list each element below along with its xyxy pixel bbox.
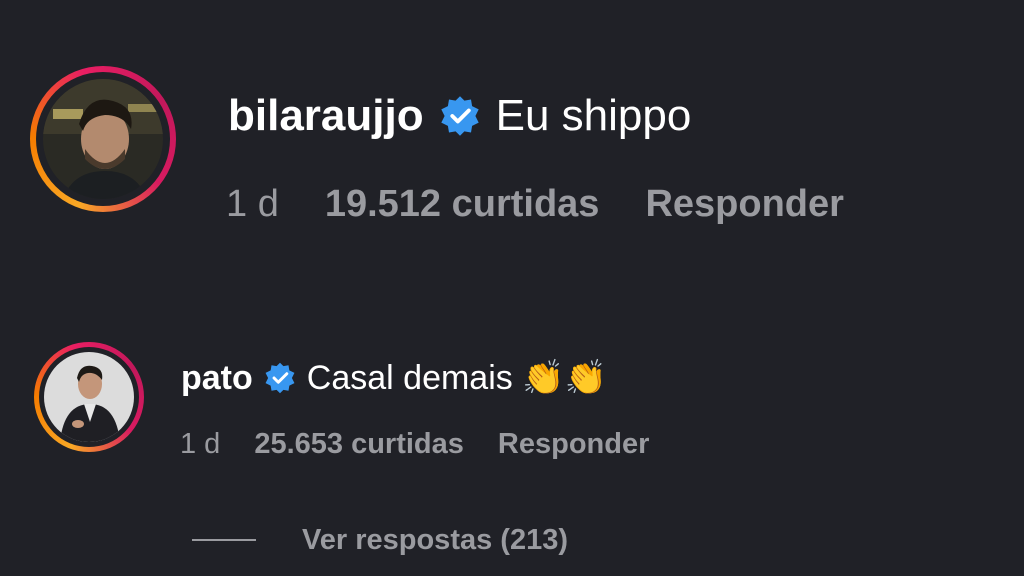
comment-headline: bilaraujjo Eu shippo [228,88,691,144]
avatar [43,79,163,199]
verified-badge-icon [438,94,482,138]
avatar [44,352,134,442]
comment-meta: 1 d 25.653 curtidas Responder [180,424,649,464]
comment-pato: pato Casal demais 👏👏 1 d 25.653 curtidas… [0,320,1024,520]
comment-time: 1 d [226,182,279,225]
comment-text: Casal demais 👏👏 [306,359,607,397]
replies-divider [192,539,256,541]
comment-time: 1 d [180,427,221,460]
username[interactable]: pato [181,359,253,398]
likes-count[interactable]: 19.512 curtidas [325,183,600,226]
view-replies-label[interactable]: Ver respostas (213) [302,524,568,557]
comment-text: Eu shippo [495,91,692,140]
view-replies-button[interactable]: Ver respostas (213) [192,520,568,560]
likes-count[interactable]: 25.653 curtidas [254,428,464,461]
comments-panel: bilaraujjo Eu shippo 1 d 19.512 curtidas… [0,0,1024,576]
reply-button[interactable]: Responder [645,183,843,226]
comment-meta: 1 d 19.512 curtidas Responder [226,180,844,228]
username[interactable]: bilaraujjo [228,91,424,141]
avatar-story-ring[interactable] [30,66,176,212]
avatar-photo-icon [43,79,163,199]
reply-button[interactable]: Responder [498,428,649,461]
comment-headline: pato Casal demais 👏👏 [181,356,607,400]
avatar-photo-icon [44,352,134,442]
comment-bilaraujjo: bilaraujjo Eu shippo 1 d 19.512 curtidas… [0,0,1024,260]
avatar-story-ring[interactable] [34,342,144,452]
verified-badge-icon [263,361,297,395]
